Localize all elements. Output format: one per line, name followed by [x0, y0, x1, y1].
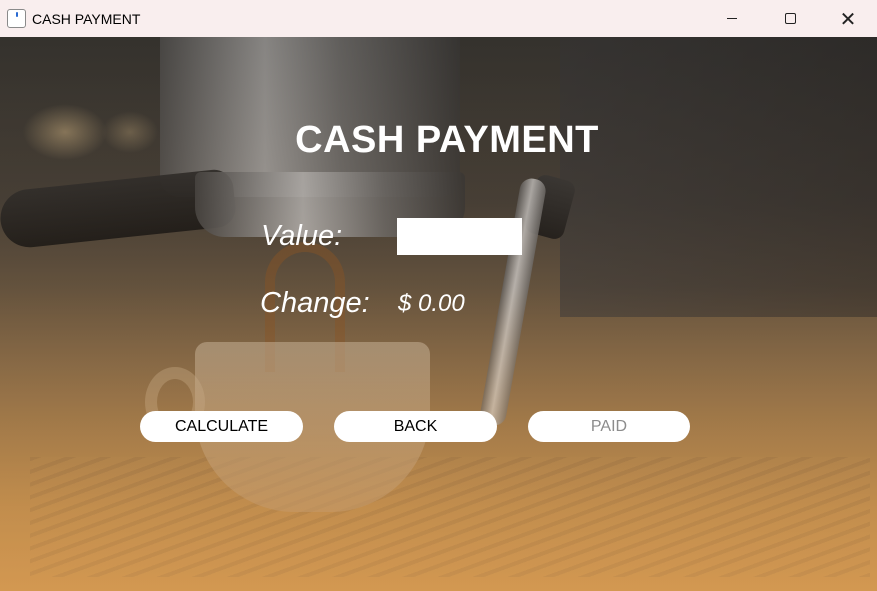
back-button[interactable]: BACK: [334, 411, 497, 442]
minimize-icon: [727, 18, 737, 19]
page-title: CASH PAYMENT: [295, 119, 599, 161]
paid-button[interactable]: PAID: [528, 411, 690, 442]
value-input[interactable]: [397, 218, 522, 255]
change-amount: $ 0.00: [398, 290, 465, 317]
maximize-icon: [784, 13, 796, 24]
minimize-button[interactable]: [703, 0, 761, 37]
window-title: CASH PAYMENT: [32, 11, 141, 27]
close-icon: ✕: [839, 6, 857, 31]
java-coffee-icon: [7, 9, 26, 28]
title-bar: CASH PAYMENT ✕: [0, 0, 877, 37]
change-label: Change:: [260, 287, 370, 319]
payment-panel: CASH PAYMENT Value: Change: $ 0.00 CALCU…: [0, 37, 877, 591]
close-button[interactable]: ✕: [819, 0, 877, 37]
value-label: Value:: [261, 220, 343, 252]
maximize-button[interactable]: [761, 0, 819, 37]
calculate-button[interactable]: CALCULATE: [140, 411, 303, 442]
